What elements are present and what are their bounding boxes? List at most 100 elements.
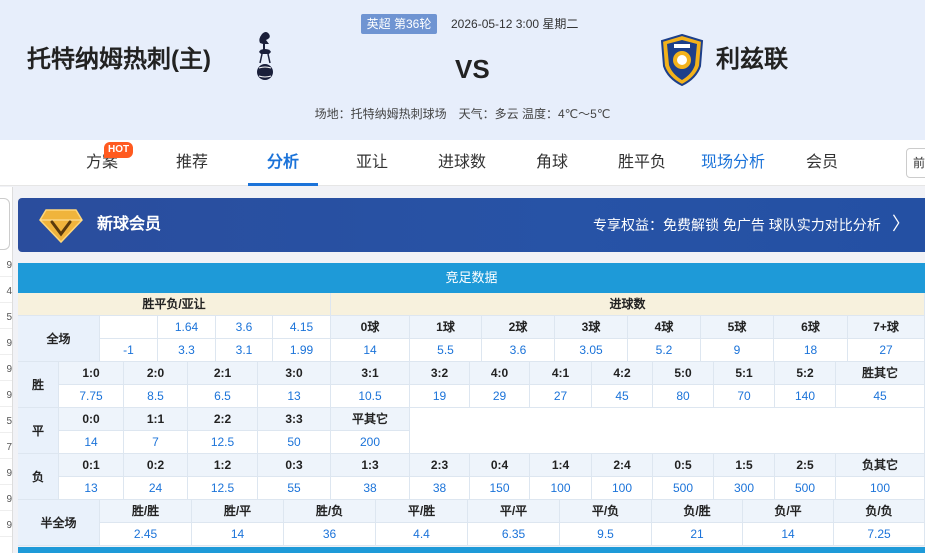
odds-cell[interactable]: 14 [743, 523, 834, 546]
tab-asian-handicap[interactable]: 亚让 [337, 140, 407, 186]
odds-cell[interactable]: 5.5 [410, 339, 482, 362]
odds-cell[interactable]: 27 [530, 385, 592, 408]
score-key: 2:0 [124, 362, 188, 385]
odds-cell[interactable]: 2.45 [100, 523, 192, 546]
chevron-right-icon[interactable]: 〉 [892, 214, 910, 234]
odds-cell[interactable]: 13 [59, 477, 124, 500]
odds-cell[interactable]: 7.25 [834, 523, 925, 546]
odds-cell[interactable]: 70 [714, 385, 775, 408]
odds-cell[interactable]: 45 [836, 385, 925, 408]
odds-cell[interactable]: 1.99 [273, 339, 331, 362]
row-label-half-full: 半全场 [18, 500, 100, 546]
score-key: 0:4 [470, 454, 530, 477]
odds-cell[interactable]: 24 [124, 477, 188, 500]
tab-recommend[interactable]: 推荐 [157, 140, 227, 186]
odds-cell[interactable]: 36 [284, 523, 376, 546]
odds-cell[interactable]: 300 [714, 477, 775, 500]
half-full-key: 胜/负 [284, 500, 376, 523]
odds-cell[interactable]: 38 [410, 477, 470, 500]
odds-cell[interactable]: 6.35 [468, 523, 560, 546]
odds-cell[interactable]: 140 [775, 385, 836, 408]
odds-cell[interactable]: 7 [124, 431, 188, 454]
odds-cell[interactable]: -1 [100, 339, 158, 362]
empty-cell [410, 408, 925, 454]
left-strip-cell: 9 [0, 359, 12, 381]
vip-banner-title: 新球会员 [97, 216, 162, 233]
odds-cell[interactable]: 80 [653, 385, 714, 408]
odds-cell[interactable]: 14 [59, 431, 124, 454]
odds-cell[interactable]: 500 [653, 477, 714, 500]
away-team-logo-icon[interactable] [660, 34, 704, 86]
tab-membership[interactable]: 会员 [787, 140, 857, 186]
odds-cell[interactable]: 8.5 [124, 385, 188, 408]
odds-cell[interactable]: 100 [530, 477, 592, 500]
odds-cell[interactable]: 21 [652, 523, 743, 546]
half-full-key: 胜/平 [192, 500, 284, 523]
away-team-name[interactable]: 利兹联 [716, 44, 788, 76]
nav-edge-button[interactable]: 前 [906, 148, 925, 178]
odds-cell[interactable]: 3.3 [158, 339, 216, 362]
odds-cell[interactable]: 3.6 [216, 316, 273, 339]
half-full-key: 胜/胜 [100, 500, 192, 523]
odds-cell[interactable]: 4.4 [376, 523, 468, 546]
odds-cell[interactable]: 1.64 [158, 316, 216, 339]
row-label-loss: 负 [18, 454, 59, 500]
tab-live-analysis[interactable]: 现场分析 [697, 140, 769, 186]
odds-cell[interactable]: 6.5 [188, 385, 258, 408]
score-key: 5:2 [775, 362, 836, 385]
league-round-badge[interactable]: 英超 第36轮 [361, 14, 437, 34]
odds-cell[interactable]: 5.2 [628, 339, 701, 362]
odds-cell[interactable]: 38 [331, 477, 410, 500]
tab-win-draw-loss[interactable]: 胜平负 [607, 140, 677, 186]
row-label-draw: 平 [18, 408, 59, 454]
home-team-logo-icon[interactable] [250, 30, 280, 86]
odds-cell[interactable]: 19 [410, 385, 470, 408]
odds-cell[interactable]: 7.75 [59, 385, 124, 408]
odds-cell[interactable]: 50 [258, 431, 331, 454]
score-key: 平其它 [331, 408, 410, 431]
odds-cell[interactable]: 14 [331, 339, 410, 362]
half-full-key: 负/胜 [652, 500, 743, 523]
tab-analysis[interactable]: 分析 [248, 140, 318, 186]
left-strip-cell: 4 [0, 281, 12, 303]
home-team-name[interactable]: 托特纳姆热刺(主) [27, 44, 211, 76]
odds-cell[interactable]: 14 [192, 523, 284, 546]
score-key: 1:4 [530, 454, 592, 477]
tab-goals[interactable]: 进球数 [427, 140, 497, 186]
tab-corners[interactable]: 角球 [517, 140, 587, 186]
odds-cell[interactable]: 12.5 [188, 431, 258, 454]
score-key: 3:1 [331, 362, 410, 385]
score-key: 3:0 [258, 362, 331, 385]
odds-cell[interactable]: 12.5 [188, 477, 258, 500]
goals-key: 0球 [331, 316, 410, 339]
score-key: 2:5 [775, 454, 836, 477]
odds-cell[interactable]: 100 [592, 477, 653, 500]
odds-cell[interactable]: 500 [775, 477, 836, 500]
vip-banner[interactable]: 新球会员 专享权益：免费解锁 免广告 球队实力对比分析 〉 [18, 198, 925, 252]
odds-cell[interactable]: 3.1 [216, 339, 273, 362]
odds-cell[interactable]: 27 [848, 339, 925, 362]
odds-cell[interactable]: 200 [331, 431, 410, 454]
odds-cell[interactable]: 9 [701, 339, 774, 362]
section-header-goals: 进球数 [331, 293, 925, 316]
odds-cell[interactable]: 3.05 [555, 339, 628, 362]
left-panel-toggle[interactable] [0, 198, 10, 250]
odds-cell[interactable]: 18 [774, 339, 848, 362]
odds-cell[interactable]: 100 [836, 477, 925, 500]
odds-cell[interactable]: 150 [470, 477, 530, 500]
score-key: 3:2 [410, 362, 470, 385]
score-key: 1:2 [188, 454, 258, 477]
odds-cell[interactable]: 9.5 [560, 523, 652, 546]
odds-cell[interactable]: 4.15 [273, 316, 331, 339]
vs-label: VS [455, 54, 490, 84]
odds-cell[interactable]: 55 [258, 477, 331, 500]
odds-cell[interactable]: 3.6 [482, 339, 555, 362]
half-full-key: 平/负 [560, 500, 652, 523]
odds-cell[interactable]: 13 [258, 385, 331, 408]
score-key: 2:2 [188, 408, 258, 431]
odds-cell[interactable] [100, 316, 158, 339]
odds-cell[interactable]: 10.5 [331, 385, 410, 408]
next-section-bar [18, 547, 925, 553]
odds-cell[interactable]: 45 [592, 385, 653, 408]
odds-cell[interactable]: 29 [470, 385, 530, 408]
